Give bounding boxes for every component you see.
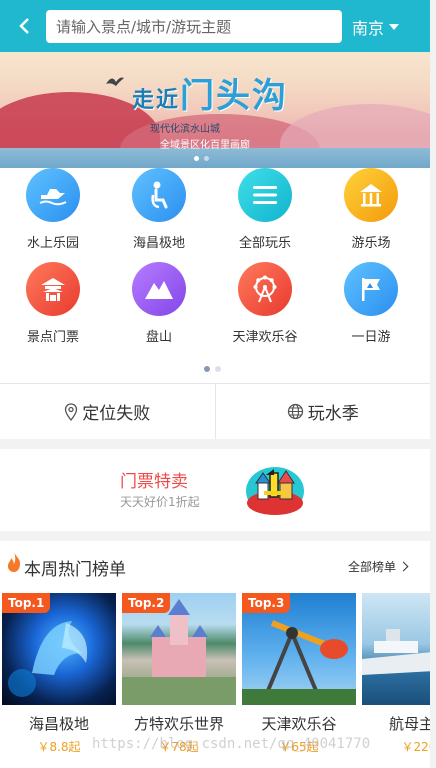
card-image: Top.2 — [122, 593, 236, 705]
mountain-icon — [132, 262, 186, 316]
hot-card[interactable]: 航母主题 ￥220 — [362, 593, 430, 755]
category-label: 水上乐园 — [26, 236, 79, 251]
section-divider — [0, 531, 430, 541]
quick-tabs: 定位失败 玩水季 — [0, 383, 430, 440]
card-price: ￥220 — [401, 740, 430, 754]
category-tickets[interactable]: 景点门票 — [8, 262, 98, 356]
castle-illustration-icon — [246, 467, 304, 515]
banner-title-big: 门头沟 — [180, 76, 289, 116]
app-page: 南京 走近门头沟 现代化滨水山城 全域景区化百里画廊 水上乐园 海昌极地 — [0, 0, 430, 768]
pager-dot[interactable] — [215, 366, 221, 372]
tab-water-season[interactable]: 玩水季 — [214, 384, 431, 439]
category-amusement-park[interactable]: 游乐场 — [326, 168, 416, 262]
back-button[interactable] — [10, 12, 38, 40]
category-label: 游乐场 — [351, 236, 391, 251]
location-pin-icon — [65, 402, 78, 421]
card-name: 天津欢乐谷 — [261, 715, 337, 733]
category-happy-valley[interactable]: 天津欢乐谷 — [220, 262, 310, 356]
category-all-fun[interactable]: 全部玩乐 — [220, 168, 310, 262]
category-polar-ocean[interactable]: 海昌极地 — [114, 168, 204, 262]
banner-title-small: 走近 — [132, 87, 181, 113]
tab-label: 玩水季 — [307, 404, 359, 424]
fire-icon — [7, 552, 21, 572]
city-selector[interactable]: 南京 — [352, 14, 400, 40]
promo-subtitle: 天天好价1折起 — [120, 495, 200, 509]
ticket-sale-banner[interactable]: 门票特卖 天天好价1折起 — [0, 449, 430, 531]
city-label: 南京 — [352, 19, 385, 38]
card-image: Top.1 — [2, 593, 116, 705]
hot-card[interactable]: Top.2 方特欢乐世界 ￥78起 — [122, 593, 236, 755]
hot-card[interactable]: Top.1 海昌极地 ￥8.8起 — [2, 593, 116, 755]
banner-subtitle-1: 现代化滨水山城 — [150, 124, 220, 135]
category-label: 盘山 — [145, 330, 172, 345]
banner-water — [0, 148, 430, 168]
all-rankings-link[interactable]: 全部榜单 — [348, 558, 409, 575]
search-input[interactable] — [54, 16, 328, 37]
banner-title: 走近门头沟 — [132, 68, 288, 117]
category-label: 海昌极地 — [132, 236, 185, 251]
category-grid: 水上乐园 海昌极地 全部玩乐 游乐场 景点门票 盘山 天津欢乐谷 一日游 — [0, 168, 430, 368]
pager-dot[interactable] — [204, 156, 209, 161]
globe-icon — [287, 403, 303, 420]
category-label: 景点门票 — [26, 330, 79, 345]
banner-subtitle-2: 全域景区化百里画廊 — [160, 140, 250, 151]
category-label: 全部玩乐 — [238, 236, 291, 251]
hot-card[interactable]: Top.3 天津欢乐谷 ￥65起 — [242, 593, 356, 755]
rank-badge: Top.1 — [2, 593, 51, 613]
rank-badge: Top.2 — [122, 593, 171, 613]
caret-down-icon — [389, 24, 400, 30]
flag-icon — [344, 262, 398, 316]
search-box[interactable] — [46, 10, 342, 43]
promo-banner[interactable]: 走近门头沟 现代化滨水山城 全域景区化百里画廊 — [0, 52, 430, 168]
category-pager — [204, 366, 221, 372]
chevron-right-icon — [398, 561, 409, 572]
pavilion-icon — [26, 262, 80, 316]
hot-list-header: 本周热门榜单 全部榜单 — [0, 541, 430, 589]
pager-dot[interactable] — [204, 366, 210, 372]
rank-badge: Top.3 — [242, 593, 291, 613]
promo-title: 门票特卖 — [120, 472, 188, 492]
bird-icon — [106, 77, 124, 86]
ferris-wheel-icon — [238, 262, 292, 316]
jetski-icon — [26, 168, 80, 222]
tab-label: 定位失败 — [82, 404, 151, 424]
section-divider — [0, 439, 430, 449]
card-name: 方特欢乐世界 — [133, 715, 224, 733]
category-day-trip[interactable]: 一日游 — [326, 262, 416, 356]
category-water-park[interactable]: 水上乐园 — [8, 168, 98, 262]
card-image: Top.3 — [242, 593, 356, 705]
watermark-text: https://blog.csdn.net/qq_40041770 — [92, 736, 371, 752]
top-bar: 南京 — [0, 0, 430, 52]
category-label: 一日游 — [351, 330, 391, 345]
hot-list-title: 本周热门榜单 — [24, 560, 126, 580]
carousel-icon — [344, 168, 398, 222]
card-image — [362, 593, 430, 705]
card-name: 航母主题 — [388, 715, 430, 733]
all-rankings-label: 全部榜单 — [348, 560, 397, 574]
ship-scene — [362, 629, 430, 675]
menu-icon — [238, 168, 292, 222]
tab-location[interactable]: 定位失败 — [0, 384, 215, 439]
banner-pager — [194, 156, 209, 161]
person-icon — [132, 168, 186, 222]
pager-dot[interactable] — [194, 156, 199, 161]
category-label: 天津欢乐谷 — [232, 330, 298, 345]
chevron-left-icon — [19, 18, 29, 34]
card-name: 海昌极地 — [28, 715, 89, 733]
category-panshan[interactable]: 盘山 — [114, 262, 204, 356]
